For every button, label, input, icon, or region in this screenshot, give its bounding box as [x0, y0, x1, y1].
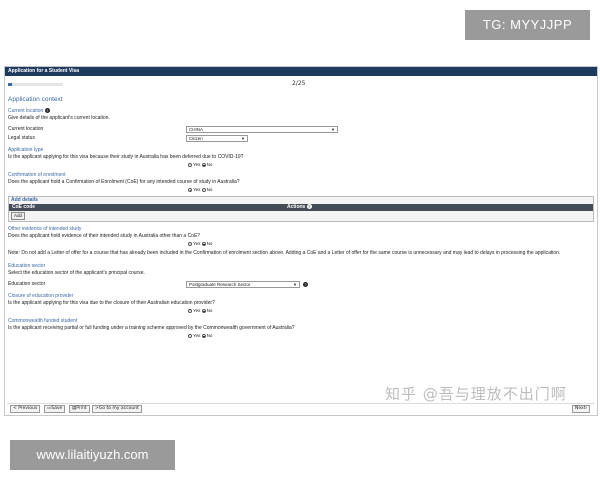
coe-yes-radio[interactable] — [188, 187, 192, 192]
other-evidence-no-radio[interactable] — [201, 241, 206, 246]
go-to-account-label: Go to my account — [98, 406, 139, 411]
page-counter: 2/25 — [292, 80, 306, 87]
save-label: Save — [51, 406, 63, 411]
help-icon[interactable]: ? — [44, 108, 50, 114]
progress-fill — [8, 83, 13, 86]
closure-question: Is the applicant applying for this visa … — [8, 300, 215, 306]
current-location-value: CHINA — [189, 127, 204, 132]
application-type-radios: Yes No — [8, 161, 594, 168]
radio-label-yes: Yes — [193, 162, 201, 167]
coe-add-details-title: Add details — [11, 197, 38, 203]
closure-no-radio[interactable] — [201, 308, 206, 313]
other-evidence-question: Does the applicant hold evidence of thei… — [8, 233, 201, 239]
visa-application-form: Application for a Student Visa 2/25 Appl… — [4, 66, 598, 416]
radio-label-no: No — [206, 162, 213, 167]
zhihu-watermark: 知乎 @吾与理放不出门啊 — [385, 385, 567, 403]
application-type-heading: Application type — [8, 147, 44, 153]
tg-overlay-label: TG: MYYJJPP — [465, 10, 590, 40]
chevron-down-icon: ▼ — [241, 136, 245, 141]
progress-bar — [8, 83, 63, 86]
education-sector-heading: Education sector — [8, 263, 46, 269]
radio-label-yes: Yes — [193, 187, 201, 192]
education-sector-help: Select the education sector of the appli… — [8, 270, 145, 276]
legal-status-label: Legal status — [8, 135, 35, 141]
chevron-down-icon: ▼ — [293, 282, 297, 287]
section-title: Application context — [8, 96, 63, 103]
next-label: Next — [575, 406, 586, 411]
legal-status-value: Citizen — [189, 136, 203, 141]
print-button[interactable]: ▤Print — [69, 405, 90, 413]
chevron-right-icon: › — [585, 406, 588, 411]
coe-actions-column: Actions ? — [287, 204, 312, 211]
other-evidence-heading: Other evidence of intended study — [8, 226, 82, 232]
commonwealth-yes-radio[interactable] — [188, 333, 192, 338]
current-location-help: Give details of the applicant's current … — [8, 115, 110, 121]
help-icon[interactable]: ? — [303, 282, 308, 287]
current-location-heading: Current location ? — [8, 108, 594, 115]
radio-label-yes: Yes — [193, 241, 201, 246]
closure-radios: Yes No — [8, 307, 594, 314]
current-location-row: Current location CHINA ▼ — [8, 125, 594, 134]
other-evidence-note: Note: Do not add a Letter of offer for a… — [8, 250, 561, 256]
window-title: Application for a Student Visa — [5, 67, 597, 76]
current-location-heading-text: Current location — [8, 108, 44, 114]
application-type-no-radio[interactable] — [201, 162, 206, 167]
radio-label-no: No — [206, 187, 213, 192]
other-evidence-radios: Yes No — [8, 240, 594, 247]
radio-label-yes: Yes — [193, 333, 201, 338]
legal-status-row: Legal status Citizen ▼ — [8, 134, 594, 143]
legal-status-select[interactable]: Citizen ▼ — [186, 135, 248, 142]
other-evidence-yes-radio[interactable] — [188, 241, 192, 246]
next-button[interactable]: Next› — [572, 405, 591, 413]
education-sector-select[interactable]: Postgraduate Research Sector ▼ — [186, 281, 300, 288]
coe-radios: Yes No — [8, 186, 594, 193]
coe-details-panel: Add details CoE code Actions ? Add — [8, 196, 594, 222]
help-icon[interactable]: ? — [306, 204, 312, 210]
closure-yes-radio[interactable] — [188, 308, 192, 313]
application-type-question: Is the applicant applying for this visa … — [8, 154, 244, 160]
commonwealth-no-radio[interactable] — [201, 333, 206, 338]
radio-label-yes: Yes — [193, 308, 201, 313]
education-sector-row: Education sector Postgraduate Research S… — [8, 280, 594, 289]
coe-question: Does the applicant hold a Confirmation o… — [8, 179, 240, 185]
coe-add-button[interactable]: Add — [11, 212, 26, 220]
commonwealth-radios: Yes No — [8, 332, 594, 339]
previous-button[interactable]: < Previous — [10, 405, 41, 413]
form-footer: < Previous ▭Save ▤Print >Go to my accoun… — [7, 403, 595, 413]
chevron-down-icon: ▼ — [331, 127, 335, 132]
closure-heading: Closure of education provider — [8, 293, 74, 299]
education-sector-value: Postgraduate Research Sector — [189, 282, 251, 287]
form-body: Application context Current location ? G… — [5, 88, 597, 339]
commonwealth-question: Is the applicant receiving partial or fu… — [8, 325, 295, 331]
application-type-yes-radio[interactable] — [188, 162, 192, 167]
coe-code-column: CoE code — [12, 204, 36, 210]
go-to-account-button[interactable]: >Go to my account — [92, 405, 142, 413]
progress-row: 2/25 — [5, 76, 597, 88]
coe-heading: Confirmation of enrolment — [8, 172, 66, 178]
radio-label-no: No — [206, 308, 213, 313]
save-button[interactable]: ▭Save — [44, 405, 66, 413]
coe-table-header: CoE code Actions ? — [9, 204, 593, 211]
current-location-label: Current location — [8, 126, 44, 132]
print-label: Print — [76, 406, 87, 411]
coe-actions-label: Actions — [287, 204, 306, 210]
coe-no-radio[interactable] — [201, 187, 206, 192]
radio-label-no: No — [206, 333, 213, 338]
radio-label-no: No — [206, 241, 213, 246]
current-location-select[interactable]: CHINA ▼ — [186, 126, 338, 133]
education-sector-label: Education sector — [8, 281, 46, 287]
commonwealth-heading: Commonwealth funded student — [8, 318, 78, 324]
url-overlay-label: www.lilaitiyuzh.com — [10, 440, 175, 470]
